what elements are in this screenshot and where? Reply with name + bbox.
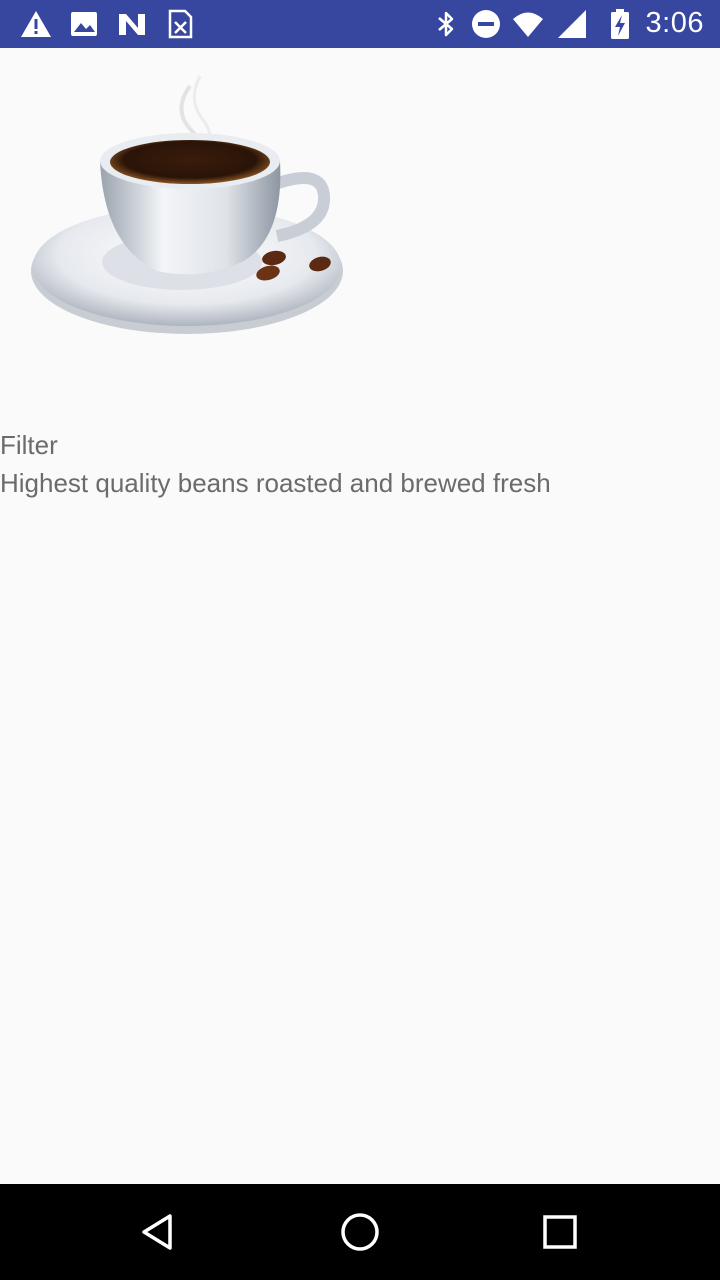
bluetooth-icon (430, 8, 462, 40)
signal-icon (556, 8, 588, 40)
wifi-icon (512, 8, 544, 40)
coffee-cup-image (22, 66, 352, 346)
sim-card-icon (164, 8, 196, 40)
do-not-disturb-icon (470, 8, 502, 40)
navigation-bar (0, 1184, 720, 1280)
n-logo-icon (116, 8, 148, 40)
home-icon[interactable] (336, 1208, 384, 1256)
warning-icon (20, 8, 52, 40)
product-title: Filter (0, 430, 58, 460)
recents-icon[interactable] (536, 1208, 584, 1256)
clock: 3:06 (645, 7, 704, 39)
status-bar: 3:06 (0, 0, 720, 48)
image-icon (68, 8, 100, 40)
product-description: Highest quality beans roasted and brewed… (0, 468, 551, 498)
back-icon[interactable] (136, 1208, 184, 1256)
battery-charging-icon (604, 8, 636, 40)
